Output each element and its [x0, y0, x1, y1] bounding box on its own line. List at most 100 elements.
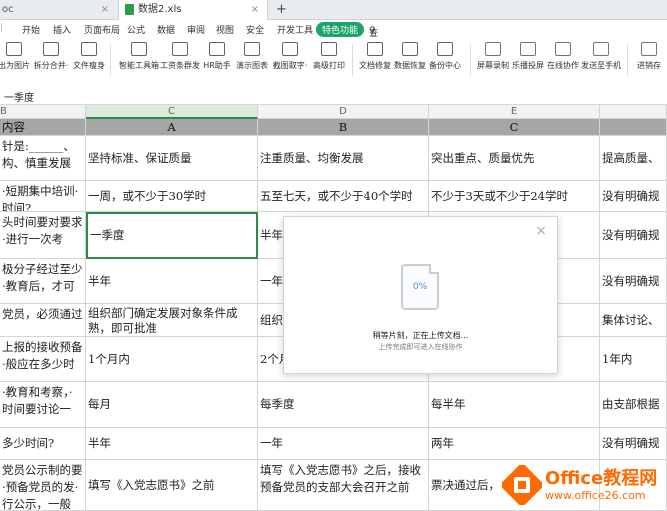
table-cell[interactable]: 注重质量、均衡发展	[258, 136, 429, 181]
phone-icon	[593, 42, 609, 56]
table-header-cell[interactable]: B	[258, 119, 429, 136]
table-cell[interactable]: 坚持标准、保证质量	[86, 136, 258, 181]
formula-value[interactable]: 一季度	[4, 89, 34, 104]
menu-start[interactable]: 开始	[22, 23, 40, 36]
office-logo-watermark: Office教程网 www.office26.com	[502, 462, 665, 511]
inventory-button[interactable]: 进销存	[632, 40, 666, 71]
table-cell[interactable]: 头时间要对要求·进行一次考	[0, 212, 86, 259]
tab-bar: oc × 数据2.xls × +	[0, 0, 667, 20]
column-header-b[interactable]: B	[0, 105, 86, 119]
column-label: B	[0, 106, 7, 117]
table-cell[interactable]: 没有明确规	[600, 428, 667, 460]
table-cell[interactable]: 没有明确规	[600, 181, 667, 212]
table-cell[interactable]: 每半年	[429, 382, 600, 428]
table-cell[interactable]: 党员公示制的要·预备党员的发·行公示，一般	[0, 460, 86, 511]
menu-separator: |	[0, 23, 4, 33]
table-cell[interactable]: 多少时间?	[0, 428, 86, 460]
tab-active-document[interactable]: 数据2.xls ×	[118, 0, 268, 20]
table-cell[interactable]: 每季度	[258, 382, 429, 428]
column-header-e[interactable]: E	[429, 105, 600, 119]
tool-label: 文件瘦身	[73, 61, 105, 70]
advanced-print-button[interactable]: 高级打印	[312, 40, 346, 71]
table-header-cell[interactable]: 内容	[0, 119, 86, 136]
table-cell[interactable]: 五至七天，或不少于40个学时	[258, 181, 429, 212]
tool-label: 工资条群发	[160, 61, 200, 70]
table-cell[interactable]: 没有明确规	[600, 259, 667, 304]
screen-record-button[interactable]: 屏幕录制	[476, 40, 510, 71]
formula-bar[interactable]: 一季度	[0, 86, 667, 105]
hr-assistant-button[interactable]: HR助手	[202, 40, 232, 71]
table-cell[interactable]: 不少于3天或不少于24学时	[429, 181, 600, 212]
tool-label: 备份中心	[429, 61, 461, 70]
table-cell[interactable]: 上报的接收预备·般应在多少时	[0, 337, 86, 382]
file-slim-button[interactable]: 文件瘦身	[73, 40, 105, 71]
table-cell[interactable]: 突出重点、质量优先	[429, 136, 600, 181]
table-header-cell[interactable]: C	[429, 119, 600, 136]
table-cell[interactable]: ·短期集中培训·时间?	[0, 181, 86, 212]
tool-label: 在线协作	[547, 61, 579, 70]
tool-label: 文档修复	[359, 61, 391, 70]
table-cell[interactable]: 填写《入党志愿书》之前	[86, 460, 258, 511]
split-merge-button[interactable]: 拆分合并·	[31, 40, 71, 71]
toolbar: 出为图片 拆分合并· 文件瘦身 智能工具箱 工资条群发 HR助手 演示图表 截图…	[0, 38, 667, 87]
table-cell[interactable]: 1个月内	[86, 337, 258, 382]
repair-icon	[367, 42, 383, 56]
table-cell[interactable]: 填写《入党志愿书》之后，接收预备党员的支部大会召开之前	[258, 460, 429, 511]
table-cell[interactable]: 两年	[429, 428, 600, 460]
menu-insert[interactable]: 插入	[53, 23, 71, 36]
screenshot-text-button[interactable]: 截图取字·	[270, 40, 310, 71]
hr-icon	[209, 42, 225, 56]
upload-dialog: × 0% 稍等片刻，正在上传文档... 上传完成即可进入在线协作	[283, 216, 558, 374]
tool-label: 数据恢复	[394, 61, 426, 70]
column-header-c[interactable]: C	[86, 105, 258, 119]
table-header-cell[interactable]	[600, 119, 667, 136]
tab-previous-document[interactable]: oc ×	[0, 0, 117, 19]
menu-bar: | 开始 插入 页面布局 公式 数据 审阅 视图 安全 开发工具 特色功能 ⚲ 查…	[0, 20, 667, 52]
table-cell[interactable]: 提高质量、	[600, 136, 667, 181]
table-cell[interactable]: 半年	[86, 428, 258, 460]
table-cell[interactable]: 组织部门确定发展对象条件成熟，即可批准	[86, 304, 258, 337]
selected-cell[interactable]: 一季度	[86, 212, 258, 259]
payslip-button[interactable]: 工资条群发	[160, 40, 200, 71]
tool-label: 智能工具箱	[119, 61, 159, 70]
table-header-cell[interactable]: A	[86, 119, 258, 136]
data-recovery-button[interactable]: 数据恢复	[393, 40, 427, 71]
menu-dev-tools[interactable]: 开发工具	[277, 23, 313, 36]
toolbar-divider	[627, 44, 628, 76]
menu-formula[interactable]: 公式	[127, 23, 145, 36]
column-header-d[interactable]: D	[258, 105, 429, 119]
table-cell[interactable]: 每月	[86, 382, 258, 428]
table-cell[interactable]: 党员，必须通过	[0, 304, 86, 337]
online-collab-button[interactable]: 在线协作	[546, 40, 580, 71]
menu-data[interactable]: 数据	[157, 23, 175, 36]
table-cell[interactable]: 一周，或不少于30学时	[86, 181, 258, 212]
table-cell[interactable]: 由支部根据	[600, 382, 667, 428]
table-cell[interactable]: 一年	[258, 428, 429, 460]
send-to-phone-button[interactable]: 发送至手机	[581, 40, 621, 71]
menu-special-features[interactable]: 特色功能	[316, 22, 365, 37]
menu-view[interactable]: 视图	[216, 23, 234, 36]
export-image-button[interactable]: 出为图片	[0, 40, 32, 71]
menu-security[interactable]: 安全	[246, 23, 264, 36]
table-cell[interactable]: 没有明确规	[600, 212, 667, 259]
table-cell[interactable]: 极分子经过至少·教育后，才可	[0, 259, 86, 304]
table-cell[interactable]: 半年	[86, 259, 258, 304]
doc-repair-button[interactable]: 文档修复	[358, 40, 392, 71]
close-icon[interactable]: ×	[251, 0, 259, 19]
table-cell[interactable]: ·教育和考察，·时间要讨论一	[0, 382, 86, 428]
table-cell[interactable]: 集体讨论、	[600, 304, 667, 337]
table-cell[interactable]: 针是:______、构、慎重发展	[0, 136, 86, 181]
menu-review[interactable]: 审阅	[187, 23, 205, 36]
new-tab-button[interactable]: +	[276, 0, 287, 19]
menu-page-layout[interactable]: 页面布局	[84, 23, 120, 36]
screen-cast-button[interactable]: 乐播投屏	[511, 40, 545, 71]
office-logo-icon	[502, 465, 542, 505]
backup-center-button[interactable]: 备份中心	[428, 40, 462, 71]
close-icon[interactable]: ×	[535, 223, 547, 239]
close-icon[interactable]: ×	[101, 0, 109, 19]
demo-chart-button[interactable]: 演示图表	[234, 40, 270, 71]
table-cell[interactable]: 1年内	[600, 337, 667, 382]
column-header-f[interactable]	[600, 105, 667, 119]
tool-label: 截图取字·	[272, 61, 308, 70]
smart-toolbox-button[interactable]: 智能工具箱	[119, 40, 159, 71]
